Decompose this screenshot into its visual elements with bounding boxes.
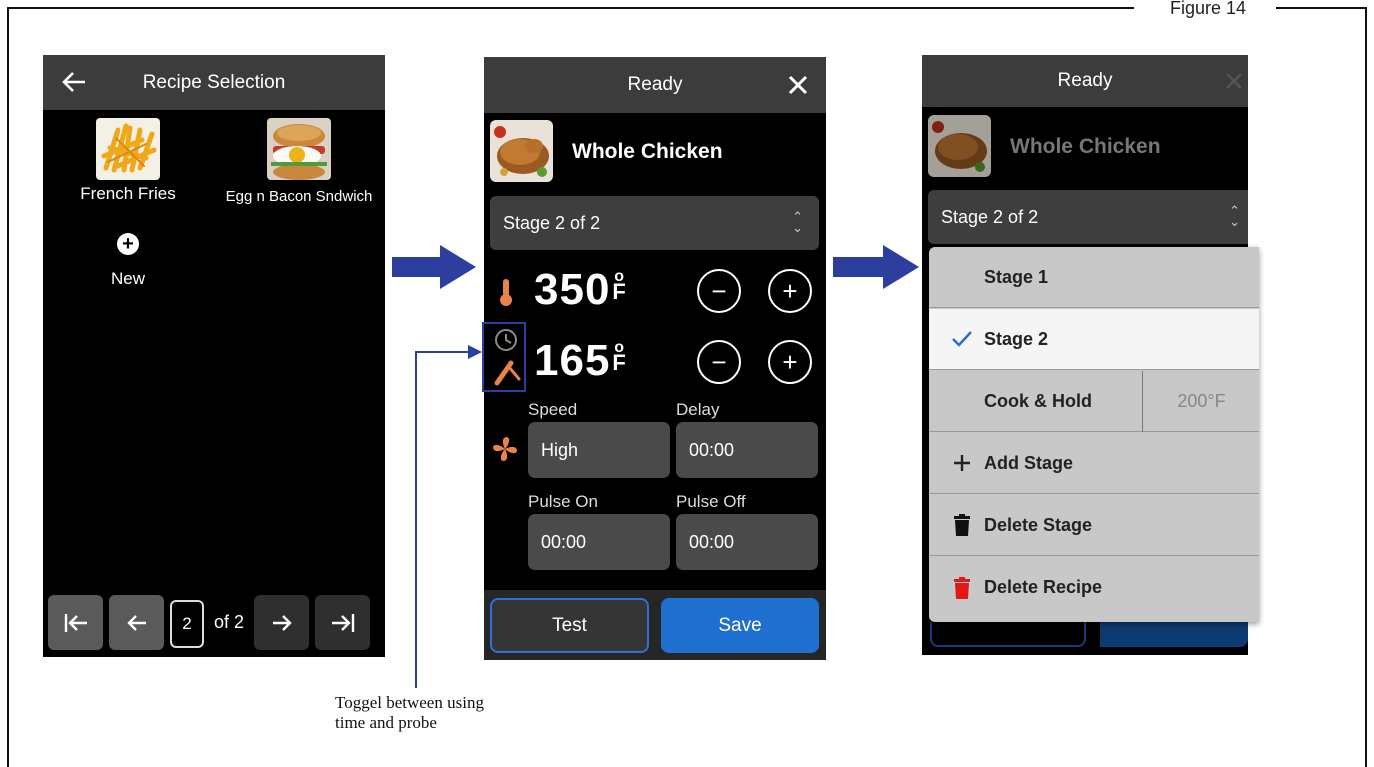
delay-label: Delay <box>676 400 720 419</box>
page-total: of 2 <box>214 612 245 632</box>
recipe-name: Egg n Bacon Sndwich <box>225 188 373 205</box>
recipe-name: Whole Chicken <box>572 140 723 163</box>
probe-temperature: 165 o F <box>534 336 627 386</box>
plus-icon <box>951 452 973 474</box>
frame-left-line <box>7 7 9 767</box>
stage-selector[interactable]: Stage 2 of 2 ⌃ ⌄ <box>490 196 819 250</box>
temp-decrease-button[interactable]: − <box>697 269 741 313</box>
recipe-tile-french-fries[interactable]: French Fries <box>68 118 188 204</box>
recipe-selection-screen: Recipe Selection French Fries Egg n Baco… <box>43 55 385 657</box>
obscured-test-button <box>930 622 1086 647</box>
pulse-on-field[interactable]: 00:00 <box>528 514 670 570</box>
up-down-chevron-icon: ⌃ ⌄ <box>1229 203 1240 229</box>
checkmark-icon <box>951 328 973 350</box>
cook-hold-temperature[interactable]: 200°F <box>1142 371 1259 432</box>
thermometer-icon <box>500 279 512 306</box>
test-button[interactable]: Test <box>490 598 649 653</box>
delay-field[interactable]: 00:00 <box>676 422 818 478</box>
frame-right-line <box>1365 7 1367 767</box>
figure-label: Figure 14 <box>1170 0 1247 18</box>
trash-icon <box>951 514 973 536</box>
menu-item-label: Stage 2 <box>984 328 1049 349</box>
pulse-off-label: Pulse Off <box>676 492 746 511</box>
menu-item-label: Cook & Hold <box>984 390 1092 411</box>
callout-line <box>415 345 482 688</box>
probe-increase-button[interactable]: + <box>768 340 812 384</box>
next-page-button[interactable] <box>254 595 310 650</box>
speed-field[interactable]: High <box>528 422 670 478</box>
save-button[interactable]: Save <box>661 598 819 653</box>
oven-temperature: 350 o F <box>534 265 627 315</box>
recipe-name: French Fries <box>80 184 176 203</box>
fahrenheit-mark: F <box>612 279 627 304</box>
title-bar: Ready <box>484 57 826 113</box>
probe-decrease-button[interactable]: − <box>697 340 741 384</box>
close-icon[interactable] <box>786 73 810 97</box>
first-page-button[interactable] <box>48 595 103 650</box>
menu-item-stage-2[interactable]: Stage 2 <box>929 309 1259 370</box>
stage-label: Stage 2 of 2 <box>941 206 1039 227</box>
stage-dropdown-menu: Stage 1 Stage 2 Cook & Hold 200°F Add St… <box>929 247 1259 622</box>
close-icon[interactable] <box>1224 71 1244 91</box>
probe-unit: oF <box>612 340 627 375</box>
stage-selector[interactable]: Stage 2 of 2 ⌃ ⌄ <box>928 190 1248 244</box>
screen-title: Ready <box>1057 70 1113 91</box>
new-label: New <box>110 269 145 288</box>
flow-arrow-right <box>392 245 476 289</box>
prev-page-button[interactable] <box>109 595 164 650</box>
temp-increase-button[interactable]: + <box>768 269 812 313</box>
callout-text: Toggel between using time and probe <box>335 693 484 733</box>
fahrenheit-mark: F <box>612 350 627 375</box>
new-recipe-button[interactable]: + New <box>88 233 168 289</box>
last-page-button[interactable] <box>315 595 371 650</box>
french-fries-image <box>96 118 160 180</box>
menu-item-add-stage[interactable]: Add Stage <box>929 433 1259 494</box>
callout-line-2: time and probe <box>335 713 437 732</box>
egg-bacon-sandwich-image <box>267 118 331 180</box>
whole-chicken-image <box>490 120 553 182</box>
trash-icon-red <box>951 576 973 599</box>
pulse-on-label: Pulse On <box>528 492 598 511</box>
temperature-value: 350 <box>534 265 611 314</box>
frame-top-line-right <box>1276 7 1367 9</box>
speed-label: Speed <box>528 400 578 419</box>
menu-item-delete-stage[interactable]: Delete Stage <box>929 495 1259 556</box>
pulse-off-field[interactable]: 00:00 <box>676 514 818 570</box>
pager: 2 of 2 <box>48 595 371 650</box>
menu-item-label: Delete Stage <box>984 514 1093 535</box>
up-down-chevron-icon: ⌃ ⌄ <box>792 209 803 235</box>
page-number[interactable]: 2 <box>170 600 204 648</box>
menu-item-delete-recipe[interactable]: Delete Recipe <box>929 557 1259 618</box>
fan-icon <box>493 437 517 461</box>
recipe-tile-egg-bacon[interactable]: Egg n Bacon Sndwich <box>219 118 379 205</box>
stage-label: Stage 2 of 2 <box>503 212 601 233</box>
menu-item-label: Add Stage <box>984 452 1074 473</box>
menu-item-stage-1[interactable]: Stage 1 <box>929 247 1259 308</box>
frame-top-line <box>7 7 1134 9</box>
whole-chicken-image <box>928 115 991 177</box>
screen-title: Recipe Selection <box>142 71 286 93</box>
back-arrow-icon[interactable] <box>61 69 87 95</box>
menu-item-label: Delete Recipe <box>984 577 1103 597</box>
probe-value: 165 <box>534 336 611 385</box>
menu-item-cook-hold[interactable]: Cook & Hold 200°F <box>929 371 1259 432</box>
toggle-highlight-box <box>482 322 526 392</box>
plus-circle-icon: + <box>117 233 139 255</box>
flow-arrow-right <box>833 245 919 289</box>
obscured-save-button <box>1100 622 1248 647</box>
temperature-unit: oF <box>612 269 627 304</box>
left-arrow-icon <box>126 614 146 631</box>
right-arrow-icon <box>272 614 292 631</box>
title-bar: Recipe Selection <box>43 55 385 110</box>
first-page-icon <box>64 613 87 632</box>
last-page-icon <box>331 613 354 632</box>
recipe-name: Whole Chicken <box>1010 135 1161 158</box>
screen-title: Ready <box>627 74 683 95</box>
callout-line-1: Toggel between using <box>335 693 484 712</box>
recipe-edit-screen: Ready Whole Chicken Stage 2 of 2 ⌃ ⌄ 350 o… <box>484 57 826 660</box>
menu-item-label: Stage 1 <box>984 266 1049 287</box>
title-bar: Ready <box>922 55 1248 107</box>
